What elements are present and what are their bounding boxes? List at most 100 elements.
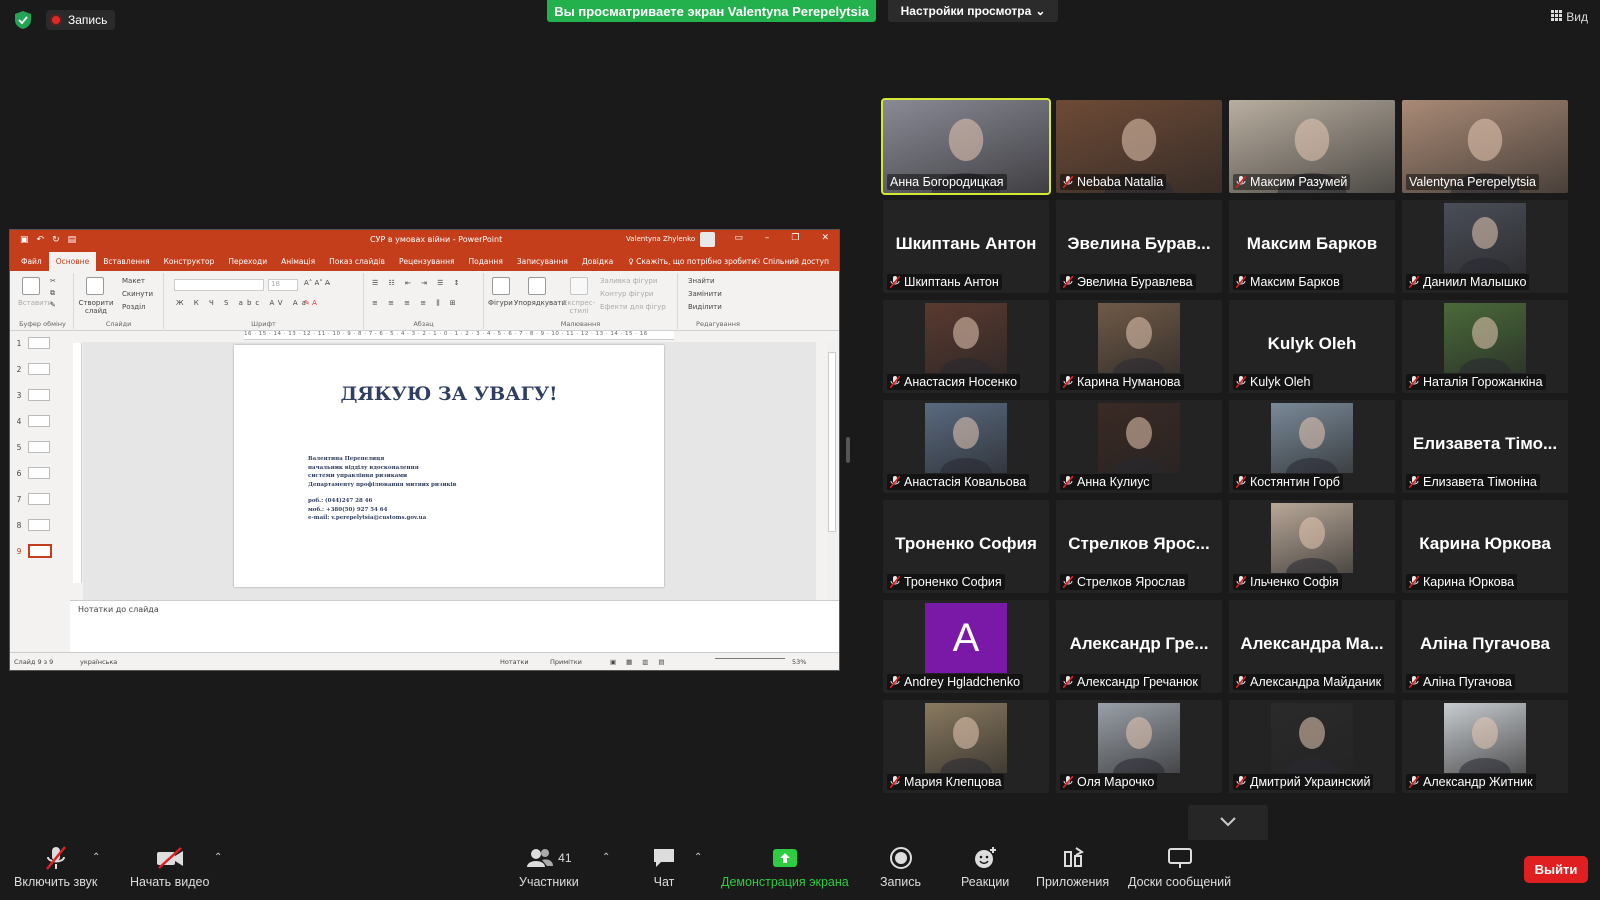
security-shield-icon[interactable] [14, 10, 32, 30]
participant-tile[interactable]: Анастасия Носенко [883, 300, 1049, 393]
apps-button[interactable]: Приложения [1036, 844, 1109, 889]
chevron-down-icon: ⌄ [1035, 4, 1046, 18]
slide-line: Валентина Перепелиця [308, 456, 385, 462]
mic-muted-icon [889, 275, 901, 289]
participant-tile[interactable]: Александр Житник [1402, 700, 1568, 793]
participant-gallery: Анна Богородицкая Nebaba Natalia Максим Ра… [881, 98, 1573, 800]
participant-tile[interactable]: Максим Разумей [1229, 100, 1395, 193]
view-layout-button[interactable]: Вид [1551, 10, 1588, 24]
participant-name-display: Kulyk Oleh [1267, 334, 1357, 353]
ppt-tab: Вставлення [103, 257, 150, 266]
recording-indicator[interactable]: Запись [46, 10, 116, 30]
participant-tile[interactable]: Наталія Горожанкіна [1402, 300, 1568, 393]
participants-button[interactable]: 41 Участники [519, 844, 579, 889]
quick-access-toolbar: ▣ ↶ ↻ ▤ [20, 235, 76, 245]
participant-tile[interactable]: Ільченко Софія [1229, 500, 1395, 593]
mic-muted-icon [1408, 675, 1420, 689]
participant-video [1271, 703, 1353, 773]
ppt-tab: Анімація [281, 257, 316, 266]
split-view-divider[interactable] [846, 437, 850, 463]
thumb-preview [28, 389, 50, 401]
participant-tile[interactable]: Максим Барков Максим Барков [1229, 200, 1395, 293]
participant-tile[interactable]: Оля Марочко [1056, 700, 1222, 793]
participant-tile[interactable]: Эвелина Бурав... Эвелина Буравлева [1056, 200, 1222, 293]
participant-silhouette [940, 717, 992, 773]
unmute-button[interactable]: Включить звук [14, 844, 97, 889]
thumb-preview [28, 337, 50, 349]
participant-name: Стрелков Ярослав [1077, 575, 1186, 589]
shapes-icon [492, 277, 510, 295]
copy-icon: ⧉ [50, 289, 55, 297]
participant-tile[interactable]: Аліна Пугачова Аліна Пугачова [1402, 600, 1568, 693]
record-button[interactable]: Запись [880, 844, 921, 889]
zoom-slider [715, 658, 785, 659]
participant-tile[interactable]: Анна Богородицкая [881, 98, 1051, 195]
participant-silhouette [1113, 417, 1165, 473]
leave-button[interactable]: Выйти [1524, 856, 1588, 883]
chevron-down-icon [1220, 814, 1236, 832]
participant-tile[interactable]: Kulyk Oleh Kulyk Oleh [1229, 300, 1395, 393]
ppt-title-bar: ▣ ↶ ↻ ▤ СУР в умовах війни - PowerPoint … [10, 230, 839, 250]
tell-me-text: Скажіть, що потрібно зробити [636, 257, 757, 266]
participant-tile[interactable]: Елизавета Тімо... Елизавета Тімоніна [1402, 400, 1568, 493]
view-options-button[interactable]: Настройки просмотра ⌄ [888, 0, 1058, 22]
participant-name-display: Александра Ма... [1240, 634, 1384, 653]
participant-tile[interactable]: Троненко София Троненко София [883, 500, 1049, 593]
mic-muted-icon [1235, 575, 1247, 589]
participant-tile[interactable]: Карина Юркова Карина Юркова [1402, 500, 1568, 593]
participant-name-display: Александр Гре... [1069, 634, 1209, 653]
participant-tile[interactable]: Анастасія Ковальова [883, 400, 1049, 493]
participant-name-label: Карина Нуманова [1060, 374, 1184, 390]
mic-muted-icon [1235, 175, 1247, 189]
quick-styles-icon [570, 277, 588, 295]
share-screen-button[interactable]: Демонстрация экрана [721, 844, 849, 889]
group-label-slides: Слайди [105, 320, 132, 328]
slide-title: ДЯКУЮ ЗА УВАГУ! [340, 383, 558, 405]
mic-muted-icon [1062, 175, 1074, 189]
record-icon [889, 844, 913, 872]
start-video-button[interactable]: Начать видео [130, 844, 209, 889]
participant-tile[interactable]: Даниил Малышко [1402, 200, 1568, 293]
group-label-editing: Редагування [696, 320, 740, 328]
slide-thumbnail: 8 [10, 515, 70, 535]
mic-muted-icon [889, 375, 901, 389]
participant-tile[interactable]: Александр Гре... Александр Гречанюк [1056, 600, 1222, 693]
participant-tile[interactable]: Шкиптань Антон Шкиптань Антон [883, 200, 1049, 293]
shared-screen-powerpoint: ▣ ↶ ↻ ▤ СУР в умовах війни - PowerPoint … [9, 229, 840, 671]
zoom-level: 53% [792, 658, 807, 666]
reactions-button[interactable]: Реакции [961, 844, 1009, 889]
participant-video [1444, 203, 1526, 273]
participant-tile[interactable]: Nebaba Natalia [1056, 100, 1222, 193]
thumb-number: 9 [16, 546, 22, 556]
participant-tile[interactable]: A Andrey Hgladchenko [883, 600, 1049, 693]
participant-tile[interactable]: Костянтин Горб [1229, 400, 1395, 493]
ppt-tab-active: Основне [48, 252, 97, 271]
participant-tile[interactable]: Дмитрий Украинский [1229, 700, 1395, 793]
apps-label: Приложения [1036, 875, 1110, 889]
participant-tile[interactable]: Карина Нуманова [1056, 300, 1222, 393]
audio-options-caret-icon[interactable]: ⌃ [92, 852, 100, 863]
participant-silhouette [1286, 417, 1338, 473]
participant-tile[interactable]: Анна Кулиус [1056, 400, 1222, 493]
close-icon: ✕ [821, 233, 829, 243]
next-page-button[interactable] [1188, 805, 1268, 841]
video-options-caret-icon[interactable]: ⌃ [214, 852, 222, 863]
slide-contact: моб.: +380(50) 927 54 64 [308, 506, 388, 513]
participant-name-display: Елизавета Тімо... [1412, 434, 1558, 453]
slide-thumbnail: 6 [10, 463, 70, 483]
participant-name-label: Valentyna Perepelytsia [1406, 174, 1539, 190]
participants-caret-icon[interactable]: ⌃ [602, 852, 610, 863]
thumb-number: 6 [16, 468, 22, 478]
ppt-ribbon-tabs: Файл Основне Вставлення Конструктор Пере… [10, 250, 839, 271]
chat-caret-icon[interactable]: ⌃ [694, 852, 702, 863]
participant-tile[interactable]: Стрелков Ярос... Стрелков Ярослав [1056, 500, 1222, 593]
participant-silhouette [1286, 717, 1338, 773]
participant-tile[interactable]: Valentyna Perepelytsia [1402, 100, 1568, 193]
participant-tile[interactable]: Мария Клепцова [883, 700, 1049, 793]
select-label: Виділити [688, 303, 722, 311]
participant-name-label: Троненко София [887, 574, 1005, 590]
chat-button[interactable]: Чат [652, 844, 676, 889]
whiteboard-icon [1167, 844, 1193, 872]
participant-tile[interactable]: Александра Ма... Александра Майданик [1229, 600, 1395, 693]
whiteboards-button[interactable]: Доски сообщений [1128, 844, 1231, 889]
